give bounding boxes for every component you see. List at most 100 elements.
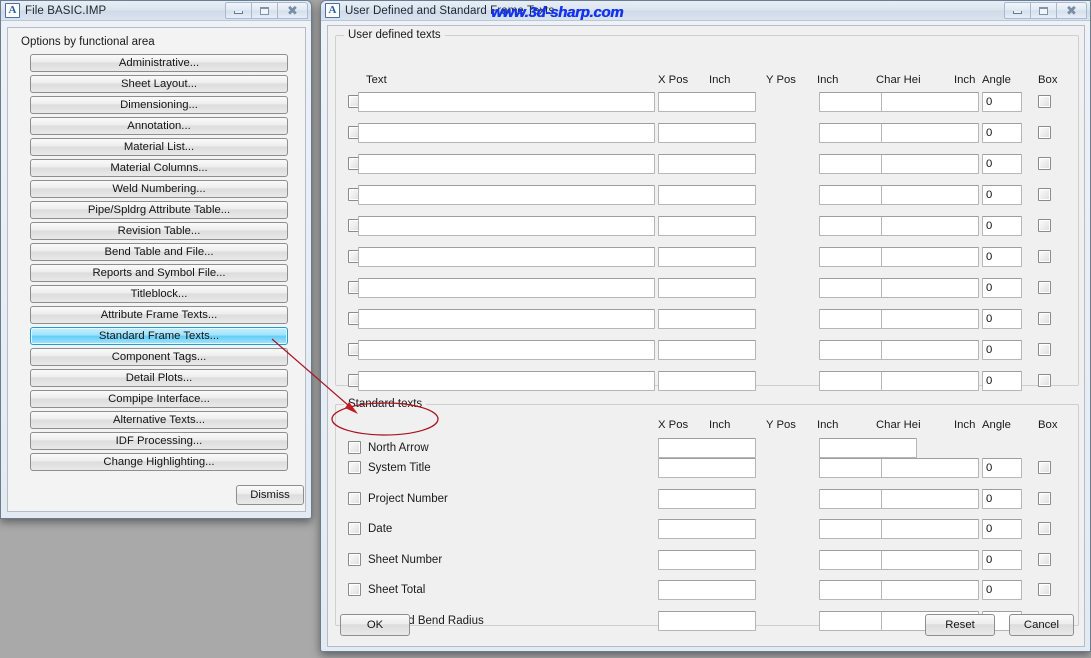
standard-row-1-box-checkbox[interactable] — [1038, 461, 1051, 474]
ok-button[interactable]: OK — [340, 614, 410, 636]
user-defined-row-4-charhei-input[interactable] — [881, 216, 979, 236]
standard-row-2-box-checkbox[interactable] — [1038, 492, 1051, 505]
user-defined-row-3-charhei-input[interactable] — [881, 185, 979, 205]
user-defined-row-6-charhei-input[interactable] — [881, 278, 979, 298]
functional-area-button-3[interactable]: Annotation... — [30, 117, 288, 135]
standard-row-0-enable-checkbox[interactable] — [348, 441, 361, 454]
standard-row-2-xpos-input[interactable] — [658, 489, 756, 509]
user-defined-row-4-box-checkbox[interactable] — [1038, 219, 1051, 232]
user-defined-row-1-angle-input[interactable]: 0 — [982, 123, 1022, 143]
user-defined-row-7-angle-input[interactable]: 0 — [982, 309, 1022, 329]
standard-row-3-charhei-input[interactable] — [881, 519, 979, 539]
user-defined-row-9-text-input[interactable] — [358, 371, 655, 391]
standard-row-4-box-checkbox[interactable] — [1038, 553, 1051, 566]
standard-row-2-angle-input[interactable]: 0 — [982, 489, 1022, 509]
functional-area-button-17[interactable]: Alternative Texts... — [30, 411, 288, 429]
standard-row-5-xpos-input[interactable] — [658, 580, 756, 600]
functional-area-button-9[interactable]: Bend Table and File... — [30, 243, 288, 261]
standard-row-0-xpos-input[interactable] — [658, 438, 756, 458]
functional-area-button-6[interactable]: Weld Numbering... — [30, 180, 288, 198]
standard-row-0-ypos-input[interactable] — [819, 438, 917, 458]
user-defined-row-3-angle-input[interactable]: 0 — [982, 185, 1022, 205]
user-defined-row-2-box-checkbox[interactable] — [1038, 157, 1051, 170]
user-defined-row-5-xpos-input[interactable] — [658, 247, 756, 267]
user-defined-row-1-xpos-input[interactable] — [658, 123, 756, 143]
functional-area-button-18[interactable]: IDF Processing... — [30, 432, 288, 450]
standard-row-4-angle-input[interactable]: 0 — [982, 550, 1022, 570]
user-defined-row-6-angle-input[interactable]: 0 — [982, 278, 1022, 298]
user-defined-row-3-text-input[interactable] — [358, 185, 655, 205]
standard-row-2-enable-checkbox[interactable] — [348, 492, 361, 505]
standard-row-1-xpos-input[interactable] — [658, 458, 756, 478]
functional-area-button-0[interactable]: Administrative... — [30, 54, 288, 72]
right-window-titlebar[interactable]: A User Defined and Standard Frame Texts … — [321, 1, 1090, 21]
functional-area-button-4[interactable]: Material List... — [30, 138, 288, 156]
maximize-icon[interactable] — [251, 2, 278, 19]
user-defined-row-0-text-input[interactable] — [358, 92, 655, 112]
standard-row-1-enable-checkbox[interactable] — [348, 461, 361, 474]
user-defined-row-0-xpos-input[interactable] — [658, 92, 756, 112]
user-defined-row-6-box-checkbox[interactable] — [1038, 281, 1051, 294]
user-defined-row-7-box-checkbox[interactable] — [1038, 312, 1051, 325]
standard-row-3-xpos-input[interactable] — [658, 519, 756, 539]
close-icon[interactable]: ✖ — [1056, 2, 1087, 19]
standard-row-4-enable-checkbox[interactable] — [348, 553, 361, 566]
reset-button[interactable]: Reset — [925, 614, 995, 636]
user-defined-row-0-angle-input[interactable]: 0 — [982, 92, 1022, 112]
user-defined-row-9-angle-input[interactable]: 0 — [982, 371, 1022, 391]
user-defined-row-2-charhei-input[interactable] — [881, 154, 979, 174]
functional-area-button-11[interactable]: Titleblock... — [30, 285, 288, 303]
user-defined-row-4-text-input[interactable] — [358, 216, 655, 236]
user-defined-row-4-angle-input[interactable]: 0 — [982, 216, 1022, 236]
functional-area-button-5[interactable]: Material Columns... — [30, 159, 288, 177]
user-defined-row-5-text-input[interactable] — [358, 247, 655, 267]
standard-row-3-angle-input[interactable]: 0 — [982, 519, 1022, 539]
user-defined-row-0-box-checkbox[interactable] — [1038, 95, 1051, 108]
functional-area-button-10[interactable]: Reports and Symbol File... — [30, 264, 288, 282]
standard-row-6-xpos-input[interactable] — [658, 611, 756, 631]
user-defined-row-8-charhei-input[interactable] — [881, 340, 979, 360]
functional-area-button-15[interactable]: Detail Plots... — [30, 369, 288, 387]
user-defined-row-3-xpos-input[interactable] — [658, 185, 756, 205]
standard-row-5-box-checkbox[interactable] — [1038, 583, 1051, 596]
user-defined-row-2-text-input[interactable] — [358, 154, 655, 174]
standard-row-5-angle-input[interactable]: 0 — [982, 580, 1022, 600]
functional-area-button-12[interactable]: Attribute Frame Texts... — [30, 306, 288, 324]
user-defined-row-3-box-checkbox[interactable] — [1038, 188, 1051, 201]
user-defined-row-5-angle-input[interactable]: 0 — [982, 247, 1022, 267]
user-defined-row-1-charhei-input[interactable] — [881, 123, 979, 143]
left-window-titlebar[interactable]: A File BASIC.IMP ✖ — [1, 1, 311, 21]
functional-area-button-16[interactable]: Compipe Interface... — [30, 390, 288, 408]
standard-row-2-charhei-input[interactable] — [881, 489, 979, 509]
user-defined-row-5-charhei-input[interactable] — [881, 247, 979, 267]
user-defined-row-7-xpos-input[interactable] — [658, 309, 756, 329]
functional-area-button-14[interactable]: Component Tags... — [30, 348, 288, 366]
standard-row-3-enable-checkbox[interactable] — [348, 522, 361, 535]
cancel-button[interactable]: Cancel — [1009, 614, 1074, 636]
dismiss-button[interactable]: Dismiss — [236, 485, 304, 505]
standard-row-1-angle-input[interactable]: 0 — [982, 458, 1022, 478]
user-defined-row-0-charhei-input[interactable] — [881, 92, 979, 112]
user-defined-row-8-text-input[interactable] — [358, 340, 655, 360]
standard-row-1-charhei-input[interactable] — [881, 458, 979, 478]
user-defined-row-8-box-checkbox[interactable] — [1038, 343, 1051, 356]
standard-row-5-charhei-input[interactable] — [881, 580, 979, 600]
functional-area-button-13[interactable]: Standard Frame Texts... — [30, 327, 288, 345]
minimize-icon[interactable] — [225, 2, 252, 19]
functional-area-button-1[interactable]: Sheet Layout... — [30, 75, 288, 93]
user-defined-row-9-charhei-input[interactable] — [881, 371, 979, 391]
user-defined-row-8-xpos-input[interactable] — [658, 340, 756, 360]
standard-row-5-enable-checkbox[interactable] — [348, 583, 361, 596]
functional-area-button-7[interactable]: Pipe/Spldrg Attribute Table... — [30, 201, 288, 219]
user-defined-row-7-text-input[interactable] — [358, 309, 655, 329]
user-defined-row-5-box-checkbox[interactable] — [1038, 250, 1051, 263]
user-defined-row-6-text-input[interactable] — [358, 278, 655, 298]
standard-row-3-box-checkbox[interactable] — [1038, 522, 1051, 535]
functional-area-button-8[interactable]: Revision Table... — [30, 222, 288, 240]
user-defined-row-8-angle-input[interactable]: 0 — [982, 340, 1022, 360]
user-defined-row-4-xpos-input[interactable] — [658, 216, 756, 236]
functional-area-button-2[interactable]: Dimensioning... — [30, 96, 288, 114]
maximize-icon[interactable] — [1030, 2, 1057, 19]
functional-area-button-19[interactable]: Change Highlighting... — [30, 453, 288, 471]
user-defined-row-9-xpos-input[interactable] — [658, 371, 756, 391]
